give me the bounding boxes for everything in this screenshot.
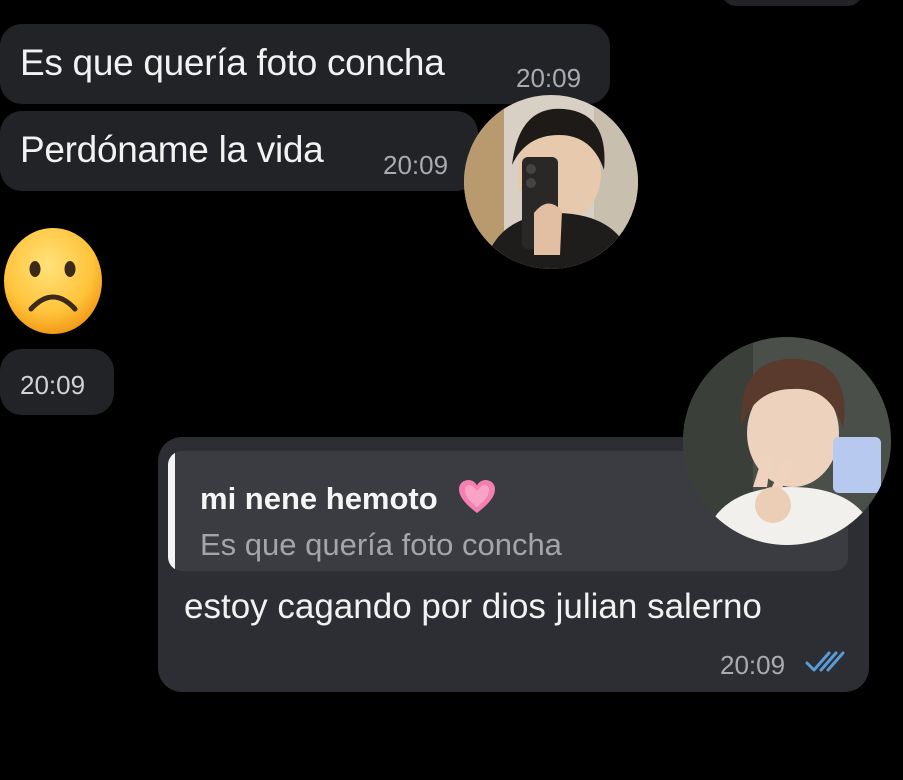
message-time: 20:09 xyxy=(383,150,449,180)
reply-accent-bar xyxy=(168,451,175,571)
sender-avatar[interactable] xyxy=(464,95,638,269)
reply-quoted-text: Es que quería foto concha xyxy=(200,527,562,562)
incoming-emoji-time-bubble[interactable]: 20:09 xyxy=(0,349,114,415)
user-avatar[interactable] xyxy=(683,337,891,545)
message-text: Perdóname la vida xyxy=(20,129,324,170)
incoming-message-bubble[interactable]: Es que quería foto concha 20:09 xyxy=(0,24,610,104)
read-double-check-icon xyxy=(805,650,849,674)
pink-heart-icon xyxy=(458,479,496,515)
previous-message-bubble xyxy=(722,0,862,6)
message-time: 20:09 xyxy=(516,63,582,93)
incoming-message-bubble[interactable]: Perdóname la vida 20:09 xyxy=(0,111,478,191)
message-text: Es que quería foto concha xyxy=(20,42,445,83)
message-time: 20:09 xyxy=(20,370,86,400)
frowning-face-icon xyxy=(3,227,103,335)
message-time: 20:09 xyxy=(720,650,786,680)
reply-sender-name: mi nene hemoto xyxy=(200,481,438,516)
message-text: estoy cagando por dios julian salerno xyxy=(184,587,762,626)
